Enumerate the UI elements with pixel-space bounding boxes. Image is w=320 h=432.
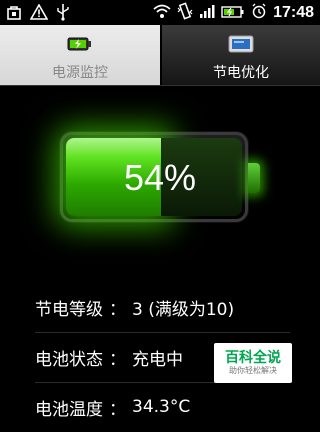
save-level-value: 3 (满级为10) [132, 299, 235, 320]
battery-charging-icon [67, 35, 93, 53]
status-right-icons: 17:48 [153, 2, 314, 24]
warning-icon [29, 3, 49, 24]
usb-icon [56, 3, 70, 25]
battery-visual: 54% [0, 100, 320, 275]
alarm-icon [251, 3, 267, 23]
signal-icon [199, 3, 215, 23]
status-bar: 17:48 [0, 0, 320, 25]
watermark-subtitle: 助你轻松解决 [229, 366, 277, 375]
tab-label: 电源监控 [52, 65, 108, 81]
save-level-row: 节电等级 ： 3 (满级为10) [35, 282, 290, 333]
battery-icon [221, 4, 245, 23]
battery-temp-value: 34.3°C [132, 397, 191, 417]
battery-percent: 54% [123, 157, 197, 198]
screen-icon [228, 35, 254, 53]
save-level-label: 节电等级 [35, 299, 103, 320]
watermark-title: 百科全说 [225, 350, 281, 366]
tab-power-monitor[interactable]: 电源监控 [0, 25, 160, 85]
battery-temp-label: 电池温度 [35, 399, 103, 420]
separator: ： [109, 299, 126, 320]
battery-temp-row: 电池温度 ： 34.3°C [35, 382, 290, 432]
watermark-logo: 百科全说 助你轻松解决 [214, 343, 292, 383]
tab-power-saving[interactable]: 节电优化 [160, 25, 320, 85]
separator: ： [109, 349, 126, 370]
vibrate-icon [177, 2, 193, 24]
separator: ： [109, 399, 126, 420]
battery-status-value: 充电中 [132, 349, 183, 370]
tab-label: 节电优化 [213, 65, 269, 81]
battery-status-label: 电池状态 [35, 349, 103, 370]
status-left-icons [6, 3, 70, 25]
wifi-icon [153, 3, 171, 23]
status-time: 17:48 [273, 4, 314, 21]
bag-icon [6, 4, 22, 24]
tab-bar: 电源监控 节电优化 [0, 25, 320, 86]
